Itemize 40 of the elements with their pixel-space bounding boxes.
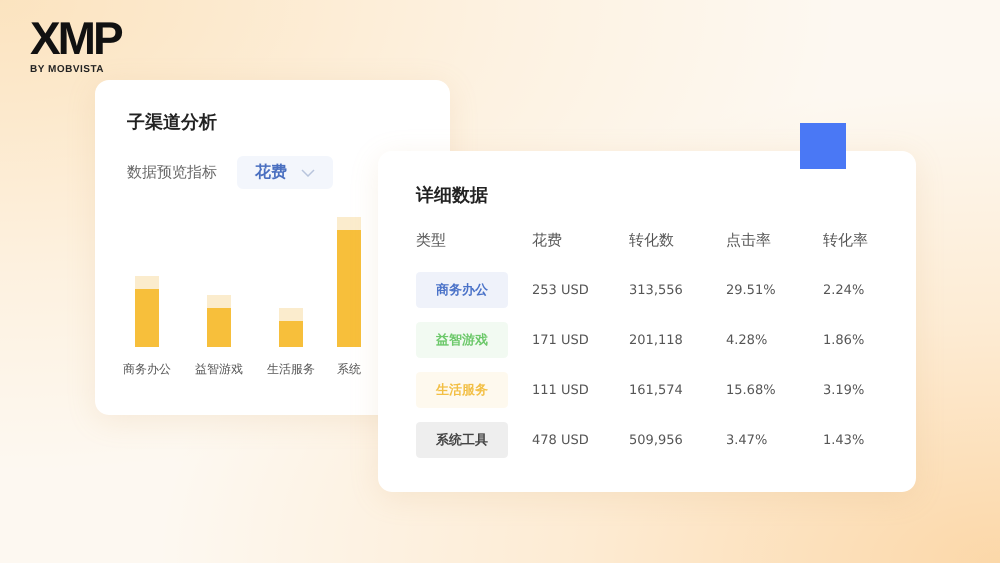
metric-dropdown[interactable]: 花费 [237, 156, 333, 189]
bar-drawing [207, 295, 231, 347]
column-header: 转化数 [629, 231, 675, 251]
column-header: 转化率 [823, 231, 869, 251]
category-tag: 益智游戏 [416, 322, 508, 358]
column-header: 点击率 [726, 231, 772, 251]
category-tag: 系统工具 [416, 422, 508, 458]
table-cell-text: 509,956 [629, 432, 684, 448]
logo-tagline: BY MOBVISTA [30, 64, 104, 75]
axis-label: 系统 [337, 361, 361, 378]
axis-label: 商务办公 [123, 361, 171, 378]
table-cell-text: 1.86% [823, 332, 866, 348]
table-cell-text: 201,118 [629, 332, 684, 348]
logo-mark: XMP [30, 14, 121, 62]
column-header: 花费 [532, 231, 563, 251]
table-cell-text: 3.47% [726, 432, 768, 448]
table-cell-text: 29.51% [726, 282, 777, 298]
table-cell-text: 4.28% [726, 332, 768, 348]
square-decoration [800, 123, 846, 169]
category-tag: 生活服务 [416, 372, 508, 408]
table-cell-text: 313,556 [629, 282, 684, 298]
table-cell-text: 2.24% [823, 282, 866, 298]
axis-label: 益智游戏 [195, 361, 243, 378]
card-title: 详细数据 [416, 184, 489, 207]
table-cell-text: 478 USD [532, 432, 590, 448]
table-cell-text: 161,574 [629, 382, 684, 398]
table-cell-text: 171 USD [532, 332, 590, 348]
card-title: 子渠道分析 [127, 111, 218, 134]
bar-drawing [135, 276, 159, 347]
table-cell-text: 253 USD [532, 282, 590, 298]
metric-label: 数据预览指标 [127, 163, 217, 182]
table-cell-text: 1.43% [823, 432, 866, 448]
axis-label: 生活服务 [267, 361, 315, 378]
bar-drawing [279, 308, 303, 347]
category-tag: 商务办公 [416, 272, 508, 308]
table-cell-text: 3.19% [823, 382, 866, 398]
table-cell-text: 111 USD [532, 382, 590, 398]
column-header: 类型 [416, 231, 447, 251]
table-cell-text: 15.68% [726, 382, 777, 398]
chevron-down-icon [301, 168, 315, 176]
